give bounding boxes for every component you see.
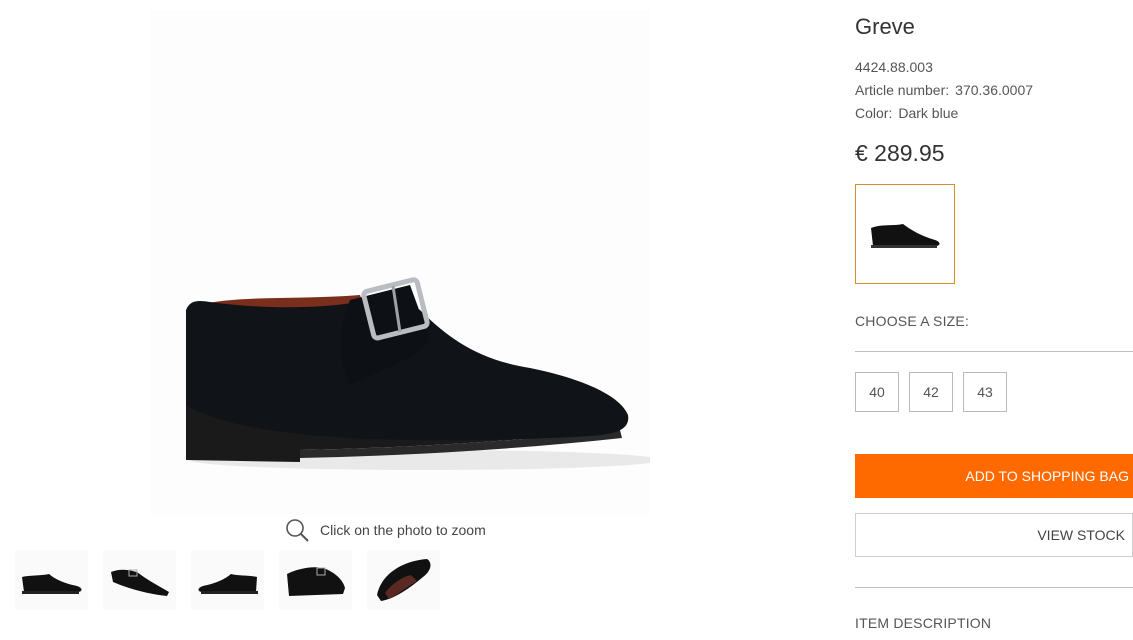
shoe-thumb-icon	[110, 569, 169, 596]
zoom-hint[interactable]: Click on the photo to zoom	[285, 515, 486, 545]
product-page: Click on the photo to zoom Greve 4424.88…	[0, 0, 1133, 640]
size-label: CHOOSE A SIZE:	[855, 313, 970, 329]
view-stock-button[interactable]: VIEW STOCK	[855, 513, 1133, 557]
shoe-thumb-icon	[286, 567, 345, 596]
thumbnail-front-quarter[interactable]	[279, 550, 352, 610]
thumbnail-strip	[15, 550, 440, 610]
product-title: Greve	[855, 14, 915, 39]
divider	[855, 587, 1133, 588]
size-option-40[interactable]: 40	[855, 372, 899, 412]
add-to-bag-button[interactable]: ADD TO SHOPPING BAG	[855, 454, 1133, 498]
color-value: Dark blue	[898, 105, 959, 121]
color-swatch-selected[interactable]	[855, 184, 955, 284]
product-meta: 4424.88.003 Article number: 370.36.0007 C…	[855, 56, 1033, 125]
shoe-sole-icon	[376, 559, 430, 601]
color-label: Color:	[855, 105, 893, 121]
size-option-42[interactable]: 42	[909, 372, 953, 412]
product-code: 4424.88.003	[855, 59, 933, 75]
thumbnail-side-inner[interactable]	[191, 550, 264, 610]
size-options: 40 42 43	[855, 372, 1007, 412]
thumbnail-side[interactable]	[15, 550, 88, 610]
shoe-thumb-icon	[198, 574, 258, 594]
shoe-thumb-icon	[871, 224, 940, 248]
divider	[855, 351, 1133, 352]
main-product-photo[interactable]	[150, 10, 650, 515]
magnifier-icon	[286, 518, 309, 542]
product-price: € 289.95	[855, 140, 945, 166]
zoom-hint-text: Click on the photo to zoom	[320, 522, 486, 538]
size-option-43[interactable]: 43	[963, 372, 1007, 412]
article-number-label: Article number:	[855, 82, 950, 98]
shoe-illustration	[186, 277, 650, 470]
article-number-value: 370.36.0007	[955, 82, 1034, 98]
shoe-thumb-icon	[21, 574, 81, 594]
article-number-row: Article number: 370.36.0007	[855, 79, 1033, 102]
product-details: Greve 4424.88.003 Article number: 370.36.…	[855, 0, 1133, 640]
thumbnail-sole[interactable]	[367, 550, 440, 610]
color-row: Color: Dark blue	[855, 102, 1033, 125]
item-description-toggle[interactable]: ITEM DESCRIPTION	[855, 615, 991, 631]
thumbnail-three-quarter[interactable]	[103, 550, 176, 610]
